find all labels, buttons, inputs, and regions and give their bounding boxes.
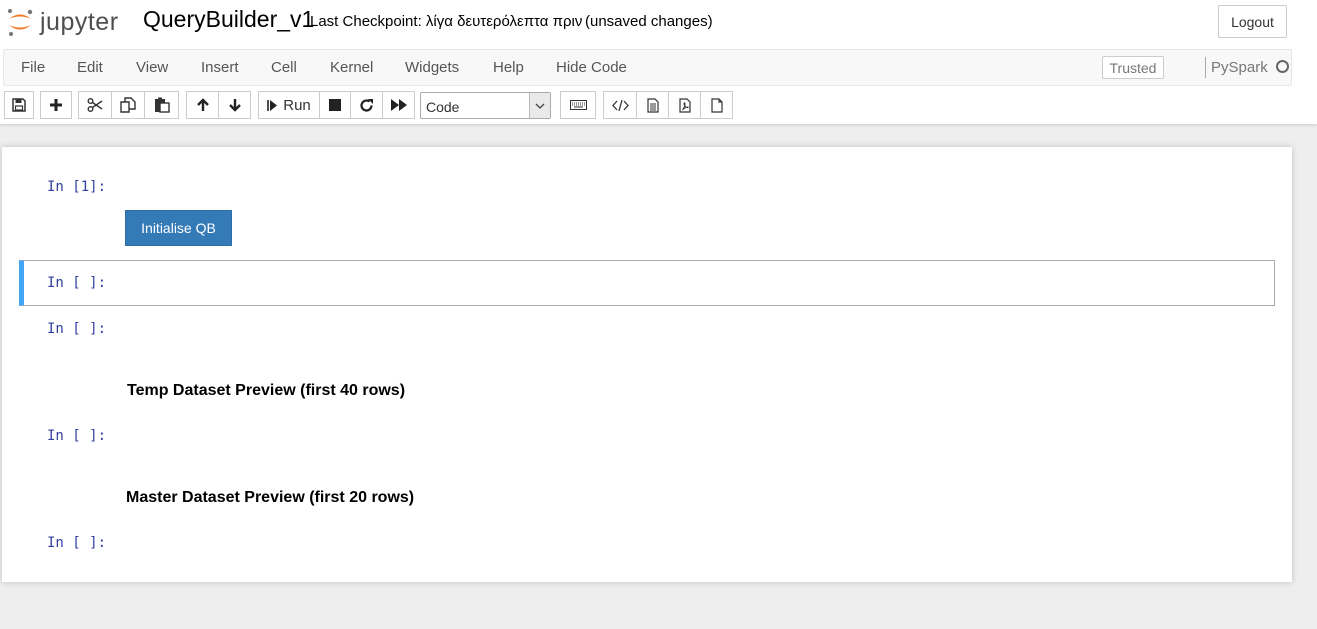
cell-prompt: In [ ]:	[47, 275, 107, 291]
kernel-name[interactable]: PySpark	[1211, 59, 1268, 76]
cell-prompt: In [ ]:	[47, 535, 107, 551]
menu-insert[interactable]: Insert	[201, 59, 239, 76]
export-text-button[interactable]	[636, 91, 669, 119]
cell-type-value: Code	[426, 99, 460, 115]
run-label: Run	[283, 96, 311, 114]
restart-run-all-button[interactable]	[382, 91, 415, 119]
file-icon	[710, 97, 723, 113]
cut-button[interactable]	[78, 91, 112, 119]
selected-code-cell[interactable]	[19, 260, 1275, 306]
output-heading-temp: Temp Dataset Preview (first 40 rows)	[127, 382, 406, 399]
menu-hide-code[interactable]: Hide Code	[556, 59, 627, 76]
cell-prompt: In [ ]:	[47, 321, 107, 337]
move-down-button[interactable]	[218, 91, 251, 119]
notebook-header: jupyter QueryBuilder_v1 Last Checkpoint:…	[0, 0, 1317, 124]
cell-prompt: In [1]:	[47, 179, 107, 195]
run-icon	[267, 99, 278, 111]
paste-icon	[154, 97, 170, 113]
restart-button[interactable]	[350, 91, 383, 119]
save-icon	[12, 98, 26, 112]
file-text-icon	[646, 97, 659, 113]
copy-button[interactable]	[111, 91, 145, 119]
trusted-indicator[interactable]: Trusted	[1102, 56, 1164, 79]
menu-widgets[interactable]: Widgets	[405, 59, 459, 76]
notebook-container: In [1]: Initialise QB In [ ]: In [ ]: Te…	[2, 147, 1292, 582]
copy-icon	[120, 97, 136, 113]
file-pdf-icon	[678, 97, 691, 113]
keyboard-icon	[569, 100, 587, 110]
logo-text: jupyter	[40, 7, 119, 36]
initialise-qb-button[interactable]: Initialise QB	[125, 210, 232, 246]
insert-cell-button[interactable]	[40, 91, 72, 119]
move-up-button[interactable]	[186, 91, 219, 119]
save-button[interactable]	[4, 91, 34, 119]
plus-icon	[50, 99, 62, 111]
cell-prompt: In [ ]:	[47, 428, 107, 444]
arrow-up-icon	[196, 98, 209, 111]
cut-icon	[87, 98, 103, 112]
export-file-button[interactable]	[700, 91, 733, 119]
kernel-idle-indicator	[1276, 60, 1289, 73]
restart-icon	[360, 98, 373, 112]
jupyter-logo-icon	[8, 9, 33, 36]
menu-edit[interactable]: Edit	[77, 59, 103, 76]
menu-view[interactable]: View	[136, 59, 168, 76]
arrow-down-icon	[228, 99, 241, 112]
paste-button[interactable]	[144, 91, 179, 119]
menu-cell[interactable]: Cell	[271, 59, 297, 76]
code-icon	[611, 99, 629, 111]
interrupt-button[interactable]	[319, 91, 351, 119]
checkpoint-status: Last Checkpoint: λίγα δευτερόλεπτα πριν	[310, 13, 583, 30]
menu-help[interactable]: Help	[493, 59, 524, 76]
toggle-code-button[interactable]	[603, 91, 637, 119]
logout-button[interactable]: Logout	[1218, 5, 1287, 38]
cell-type-select[interactable]: Code	[420, 92, 551, 119]
command-palette-button[interactable]	[560, 91, 596, 119]
kernel-separator	[1205, 57, 1206, 78]
run-button[interactable]: Run	[258, 91, 320, 119]
export-pdf-button[interactable]	[668, 91, 701, 119]
jupyter-logo[interactable]: jupyter	[6, 4, 119, 40]
menu-kernel[interactable]: Kernel	[330, 59, 373, 76]
stop-icon	[329, 99, 341, 111]
fast-forward-icon	[390, 99, 407, 111]
notebook-name[interactable]: QueryBuilder_v1	[143, 6, 314, 33]
menubar: File Edit View Insert Cell Kernel Widget…	[3, 49, 1292, 86]
chevron-down-icon	[529, 93, 550, 118]
output-heading-master: Master Dataset Preview (first 20 rows)	[126, 489, 415, 506]
menu-file[interactable]: File	[21, 59, 45, 76]
autosave-status: (unsaved changes)	[585, 13, 713, 30]
